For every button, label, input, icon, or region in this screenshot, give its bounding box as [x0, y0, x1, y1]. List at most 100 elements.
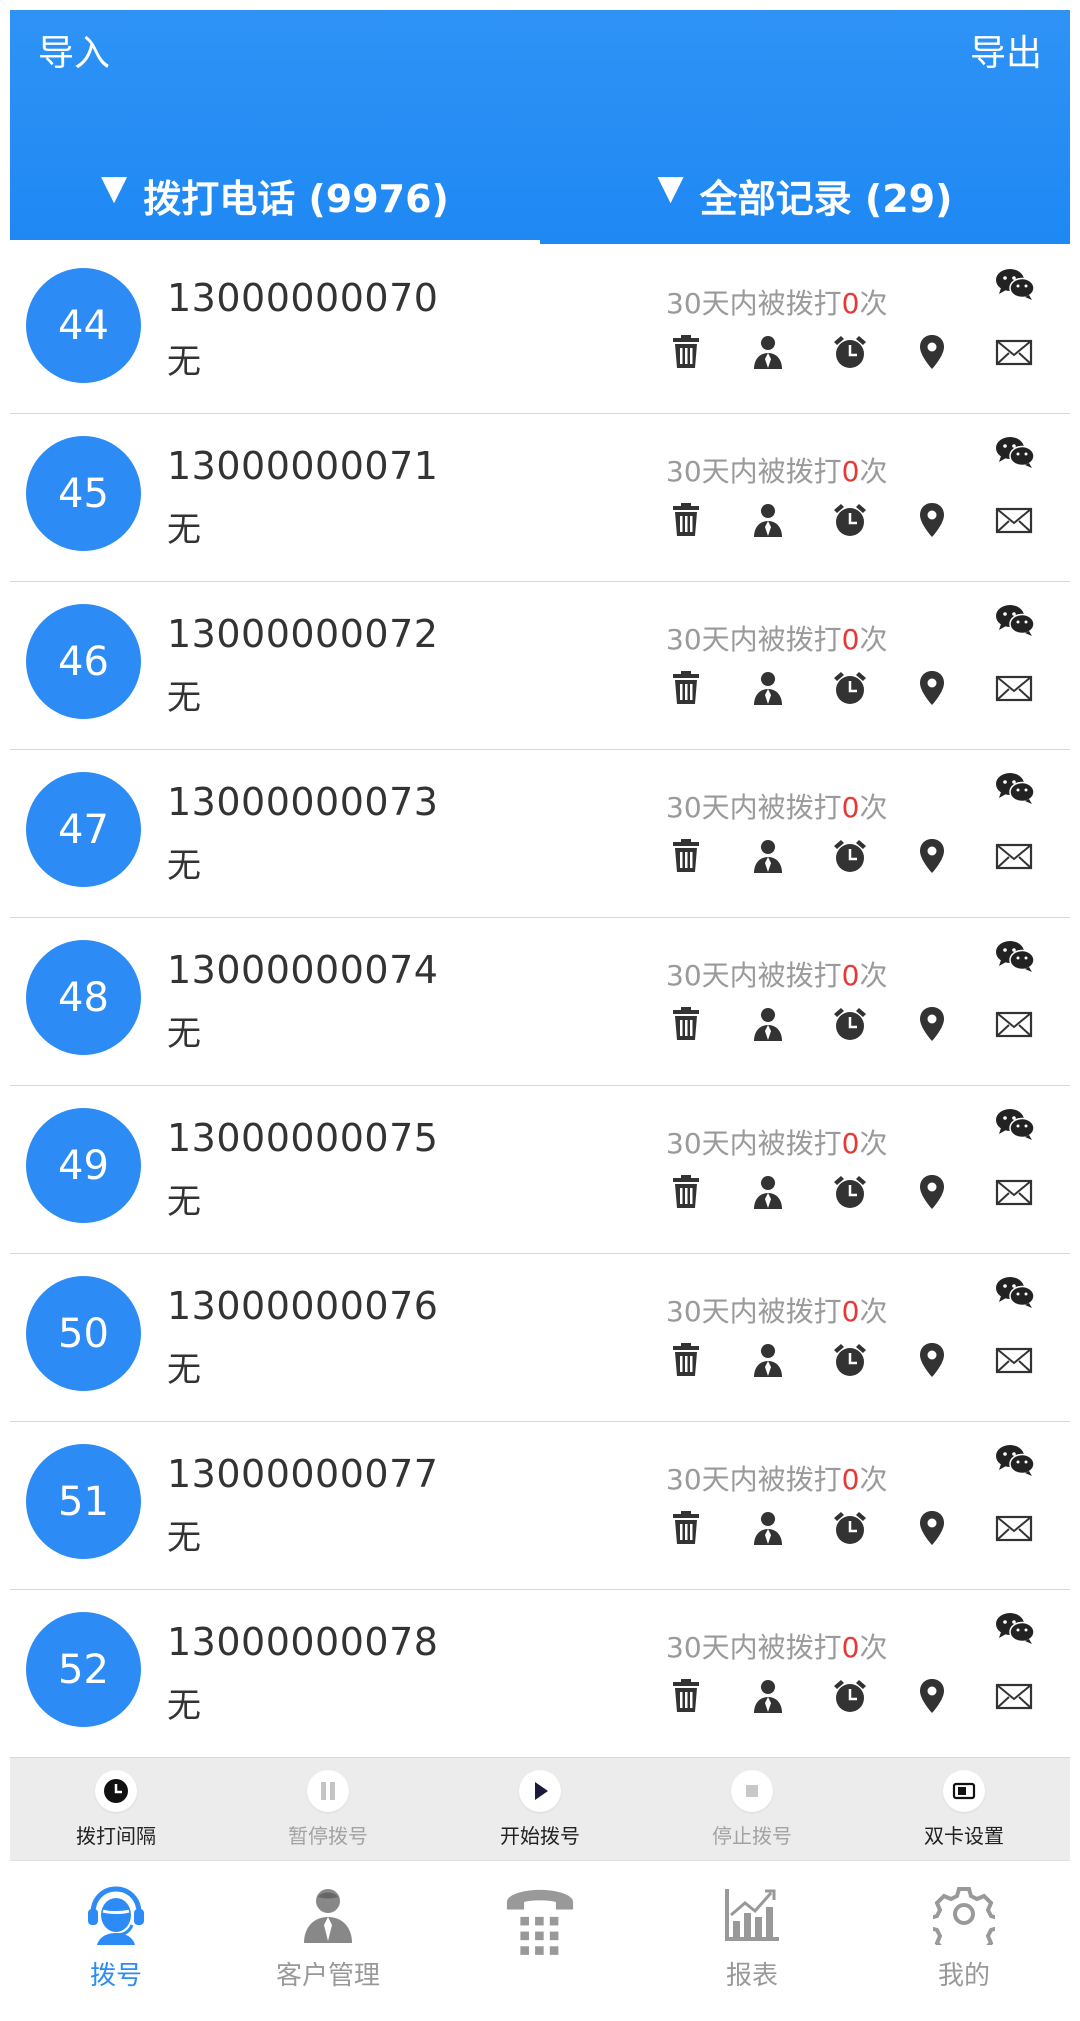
- control-sim-card[interactable]: 双卡设置: [858, 1758, 1070, 1860]
- contact-icon[interactable]: [748, 500, 788, 544]
- phone-number[interactable]: 13000000077: [167, 1452, 438, 1496]
- contact-row[interactable]: 52 13000000078 无 30天内被拨打0次: [10, 1590, 1070, 1758]
- row-actions: [666, 1004, 1046, 1048]
- trash-icon[interactable]: [666, 1508, 706, 1552]
- trash-icon[interactable]: [666, 500, 706, 544]
- mail-icon[interactable]: [994, 1508, 1034, 1552]
- contact-icon[interactable]: [748, 1676, 788, 1720]
- phone-number[interactable]: 13000000071: [167, 444, 438, 488]
- wechat-icon[interactable]: [995, 1276, 1035, 1308]
- trash-icon[interactable]: [666, 332, 706, 376]
- contact-index-badge: 51: [26, 1444, 141, 1559]
- wechat-icon[interactable]: [995, 1444, 1035, 1476]
- phone-number[interactable]: 13000000075: [167, 1116, 438, 1160]
- location-pin-icon[interactable]: [912, 668, 952, 712]
- location-pin-icon[interactable]: [912, 1172, 952, 1216]
- location-pin-icon[interactable]: [912, 1508, 952, 1552]
- call-count-text: 30天内被拨打0次: [666, 1290, 887, 1330]
- mail-icon[interactable]: [994, 1172, 1034, 1216]
- contact-icon[interactable]: [748, 1340, 788, 1384]
- wechat-icon[interactable]: [995, 772, 1035, 804]
- mail-icon[interactable]: [994, 332, 1034, 376]
- contact-icon[interactable]: [748, 668, 788, 712]
- trash-icon[interactable]: [666, 1676, 706, 1720]
- location-pin-icon[interactable]: [912, 500, 952, 544]
- nav-item-desk-phone[interactable]: [434, 1861, 646, 2021]
- control-label: 停止拨号: [712, 1824, 792, 1848]
- trash-icon[interactable]: [666, 1340, 706, 1384]
- nav-item-chart[interactable]: 报表: [646, 1861, 858, 2021]
- wechat-icon[interactable]: [995, 436, 1035, 468]
- contact-icon[interactable]: [748, 1172, 788, 1216]
- wechat-icon[interactable]: [995, 268, 1035, 300]
- mail-icon[interactable]: [994, 1340, 1034, 1384]
- trash-icon[interactable]: [666, 668, 706, 712]
- phone-number[interactable]: 13000000074: [167, 948, 438, 992]
- mail-icon[interactable]: [994, 836, 1034, 880]
- phone-number[interactable]: 13000000078: [167, 1620, 438, 1664]
- tab-dial-calls[interactable]: ▼ 拨打电话 (9976): [10, 160, 540, 244]
- wechat-icon[interactable]: [995, 604, 1035, 636]
- contact-row[interactable]: 44 13000000070 无 30天内被拨打0次: [10, 246, 1070, 414]
- mail-icon[interactable]: [994, 1676, 1034, 1720]
- import-button[interactable]: 导入: [38, 36, 110, 72]
- control-stop[interactable]: 停止拨号: [646, 1758, 858, 1860]
- phone-number[interactable]: 13000000073: [167, 780, 438, 824]
- phone-number[interactable]: 13000000070: [167, 276, 438, 320]
- call-count-suffix: 次: [859, 455, 888, 488]
- location-pin-icon[interactable]: [912, 836, 952, 880]
- location-pin-icon[interactable]: [912, 332, 952, 376]
- call-count-suffix: 次: [859, 1631, 888, 1664]
- phone-number[interactable]: 13000000076: [167, 1284, 438, 1328]
- nav-item-headset-agent[interactable]: 拨号: [10, 1861, 222, 2021]
- alarm-clock-icon[interactable]: [830, 332, 870, 376]
- trash-icon[interactable]: [666, 836, 706, 880]
- control-pause[interactable]: 暂停拨号: [222, 1758, 434, 1860]
- alarm-clock-icon[interactable]: [830, 500, 870, 544]
- location-pin-icon[interactable]: [912, 1340, 952, 1384]
- contact-icon[interactable]: [748, 332, 788, 376]
- alarm-clock-icon[interactable]: [830, 836, 870, 880]
- nav-item-gear[interactable]: 我的: [858, 1861, 1070, 2021]
- alarm-clock-icon[interactable]: [830, 1340, 870, 1384]
- contact-row[interactable]: 50 13000000076 无 30天内被拨打0次: [10, 1254, 1070, 1422]
- contact-note: 无: [167, 510, 201, 550]
- trash-icon[interactable]: [666, 1004, 706, 1048]
- wechat-icon[interactable]: [995, 940, 1035, 972]
- contact-row[interactable]: 51 13000000077 无 30天内被拨打0次: [10, 1422, 1070, 1590]
- mail-icon[interactable]: [994, 1004, 1034, 1048]
- contact-note: 无: [167, 1182, 201, 1222]
- mail-icon[interactable]: [994, 668, 1034, 712]
- phone-number[interactable]: 13000000072: [167, 612, 438, 656]
- contact-list: 44 13000000070 无 30天内被拨打0次 45 13000000071 无 30天…: [10, 246, 1070, 1758]
- alarm-clock-icon[interactable]: [830, 1172, 870, 1216]
- contact-icon[interactable]: [748, 1004, 788, 1048]
- wechat-icon[interactable]: [995, 1108, 1035, 1140]
- call-count-prefix: 30天内被拨打: [666, 1463, 842, 1496]
- contact-row[interactable]: 48 13000000074 无 30天内被拨打0次: [10, 918, 1070, 1086]
- row-actions: [666, 332, 1046, 376]
- contact-icon[interactable]: [748, 836, 788, 880]
- call-count-prefix: 30天内被拨打: [666, 623, 842, 656]
- nav-item-person[interactable]: 客户管理: [222, 1861, 434, 2021]
- trash-icon[interactable]: [666, 1172, 706, 1216]
- wechat-icon[interactable]: [995, 1612, 1035, 1644]
- alarm-clock-icon[interactable]: [830, 668, 870, 712]
- alarm-clock-icon[interactable]: [830, 1676, 870, 1720]
- pause-icon: [307, 1770, 349, 1812]
- contact-row[interactable]: 49 13000000075 无 30天内被拨打0次: [10, 1086, 1070, 1254]
- export-button[interactable]: 导出: [970, 36, 1042, 72]
- contact-row[interactable]: 47 13000000073 无 30天内被拨打0次: [10, 750, 1070, 918]
- contact-row[interactable]: 46 13000000072 无 30天内被拨打0次: [10, 582, 1070, 750]
- contact-icon[interactable]: [748, 1508, 788, 1552]
- contact-row[interactable]: 45 13000000071 无 30天内被拨打0次: [10, 414, 1070, 582]
- alarm-clock-icon[interactable]: [830, 1508, 870, 1552]
- location-pin-icon[interactable]: [912, 1676, 952, 1720]
- location-pin-icon[interactable]: [912, 1004, 952, 1048]
- alarm-clock-icon[interactable]: [830, 1004, 870, 1048]
- clock-icon: [95, 1770, 137, 1812]
- tab-all-records[interactable]: ▼ 全部记录 (29): [540, 160, 1070, 244]
- control-play[interactable]: 开始拨号: [434, 1758, 646, 1860]
- control-clock[interactable]: 拨打间隔: [10, 1758, 222, 1860]
- mail-icon[interactable]: [994, 500, 1034, 544]
